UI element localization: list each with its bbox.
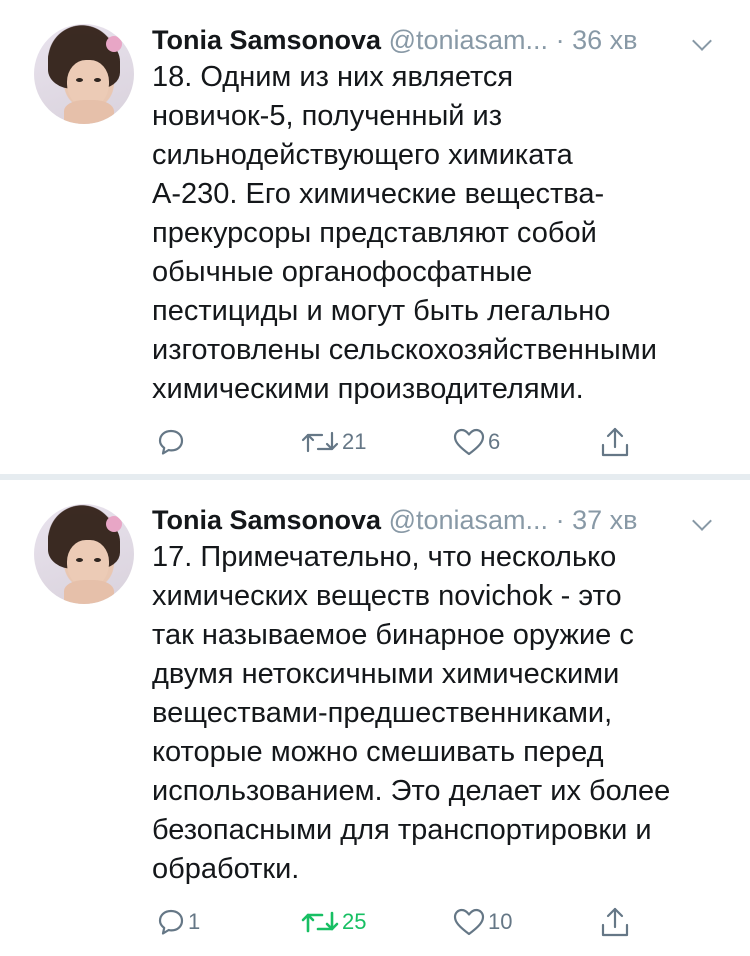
tweet[interactable]: Tonia Samsonova @toniasam... · 37 хв 17.… <box>0 480 750 956</box>
avatar-eye <box>76 78 83 82</box>
tweet[interactable]: Tonia Samsonova @toniasam... · 36 хв 18.… <box>0 0 750 474</box>
reply-icon <box>158 429 184 455</box>
tweet-text-line: новичок-5, полученный из <box>152 100 503 132</box>
tweet-text-line: сильнодействующего химиката <box>152 139 573 171</box>
like-count: 10 <box>488 909 513 934</box>
share-button[interactable] <box>598 424 632 460</box>
retweet-count: 21 <box>342 429 367 454</box>
tweet-text-line: 18. Одним из них является <box>152 61 514 93</box>
tweet-header: Tonia Samsonova @toniasam... · 36 хв <box>152 22 637 58</box>
tweet-text-line: химических веществ novichok - это <box>152 580 622 612</box>
author-handle[interactable]: @toniasam... <box>389 25 548 55</box>
avatar-eye <box>94 558 101 562</box>
separator-dot: · <box>555 25 565 55</box>
timestamp[interactable]: 37 хв <box>572 505 637 535</box>
reply-button[interactable] <box>156 424 188 460</box>
avatar-hand <box>64 100 114 124</box>
tweet-text-line: А-230. Его химические вещества- <box>152 178 605 210</box>
tweet-header: Tonia Samsonova @toniasam... · 37 хв <box>152 502 637 538</box>
tweet-text-line: безопасными для транспортировки и <box>152 814 652 846</box>
like-button[interactable]: 6 <box>452 424 500 460</box>
avatar[interactable] <box>34 24 134 124</box>
timestamp[interactable]: 36 хв <box>572 25 637 55</box>
tweet-text-line: пестициды и могут быть легально <box>152 295 611 327</box>
author-name[interactable]: Tonia Samsonova <box>152 505 381 535</box>
author-handle[interactable]: @toniasam... <box>389 505 548 535</box>
heart-icon <box>453 428 485 456</box>
avatar-eye <box>94 78 101 82</box>
tweet-text-line: изготовлены сельскохозяйственными <box>152 334 657 366</box>
chevron-down-icon[interactable] <box>692 31 712 51</box>
avatar[interactable] <box>34 504 134 604</box>
author-name[interactable]: Tonia Samsonova <box>152 25 381 55</box>
reply-button[interactable]: 1 <box>156 904 200 940</box>
retweet-icon <box>301 911 339 933</box>
share-icon <box>601 907 629 937</box>
tweet-text: 17. Примечательно, что несколько химичес… <box>152 538 732 889</box>
retweet-icon <box>301 431 339 453</box>
tweet-text-line: так называемое бинарное оружие с <box>152 619 634 651</box>
avatar-flower <box>106 516 122 532</box>
avatar-hand <box>64 580 114 604</box>
retweet-button[interactable]: 25 <box>300 904 366 940</box>
tweet-text-line: которые можно смешивать перед <box>152 736 604 768</box>
share-button[interactable] <box>598 904 632 940</box>
separator-dot: · <box>555 505 565 535</box>
tweet-text-line: двумя нетоксичными химическими <box>152 658 620 690</box>
tweet-text-line: обработки. <box>152 853 300 885</box>
reply-count: 1 <box>188 909 201 934</box>
tweet-text-line: обычные органофосфатные <box>152 256 533 288</box>
heart-icon <box>453 908 485 936</box>
retweet-button[interactable]: 21 <box>300 424 366 460</box>
tweet-text: 18. Одним из них является новичок-5, пол… <box>152 58 732 409</box>
tweet-text-line: прекурсоры представляют собой <box>152 217 597 249</box>
tweet-text-line: химическими производителями. <box>152 373 584 405</box>
tweet-text-line: использованием. Это делает их более <box>152 775 671 807</box>
avatar-eye <box>76 558 83 562</box>
tweet-text-line: веществами-предшественниками, <box>152 697 613 729</box>
like-button[interactable]: 10 <box>452 904 512 940</box>
chevron-down-icon[interactable] <box>692 511 712 531</box>
retweet-count: 25 <box>342 909 367 934</box>
share-icon <box>601 427 629 457</box>
avatar-flower <box>106 36 122 52</box>
tweet-text-line: 17. Примечательно, что несколько <box>152 541 617 573</box>
like-count: 6 <box>488 429 501 454</box>
reply-icon <box>158 909 184 935</box>
